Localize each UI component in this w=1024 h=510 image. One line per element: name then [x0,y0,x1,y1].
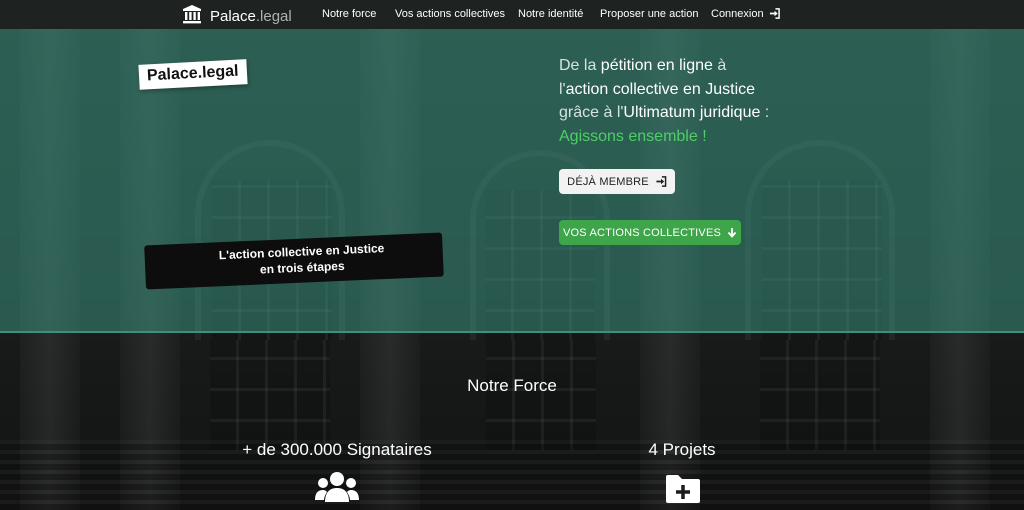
collective-actions-button[interactable]: VOS ACTIONS COLLECTIVES [559,220,741,245]
hero-headline: De la pétition en ligne à l'action colle… [559,54,819,148]
already-member-button[interactable]: DÉJÀ MEMBRE [559,169,675,194]
landmark-icon [182,4,202,29]
nav-link-notre-force[interactable]: Notre force [322,8,376,20]
top-navbar: Palace.legal Notre force Vos actions col… [0,0,1024,29]
arrow-down-icon [727,228,737,238]
notre-force-title: Notre Force [467,376,557,395]
nav-link-actions-collectives[interactable]: Vos actions collectives [395,8,505,20]
already-member-label: DÉJÀ MEMBRE [567,175,649,188]
nav-link-connexion[interactable]: Connexion [711,8,780,20]
force-overlay [0,333,1024,510]
sign-in-icon [769,8,780,19]
connexion-label: Connexion [711,8,764,20]
nav-link-notre-identite[interactable]: Notre identité [518,8,583,20]
signatories-stat: + de 300.000 Signataires [242,440,432,459]
users-icon [315,472,359,502]
brand-name: Palace.legal [210,8,292,25]
nav-link-proposer-action[interactable]: Proposer une action [600,8,698,20]
sign-in-icon [656,176,667,187]
projects-stat: 4 Projets [648,440,716,459]
brand-logo[interactable]: Palace.legal [182,4,292,29]
hero-cta-text: Agissons ensemble ! [559,127,707,145]
folder-plus-icon [666,475,700,503]
collective-actions-label: VOS ACTIONS COLLECTIVES [562,226,722,239]
